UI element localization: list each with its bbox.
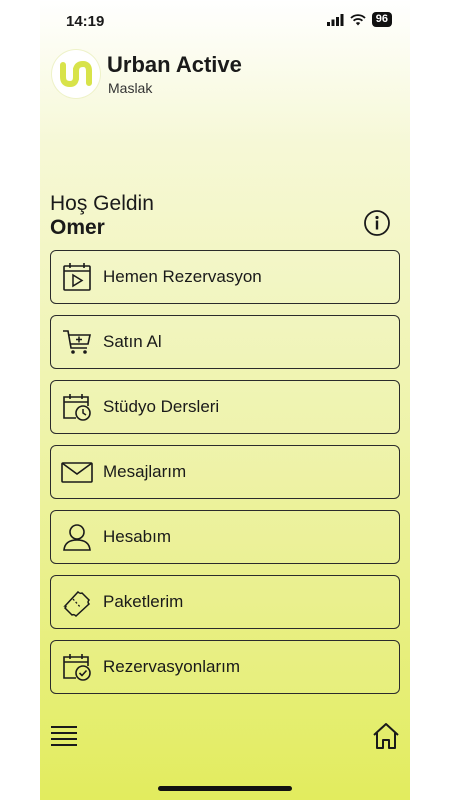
menu-item-label: Rezervasyonlarım (103, 657, 240, 676)
menu-item-label: Mesajlarım (103, 462, 187, 481)
welcome-text: Hoş Geldin (50, 192, 154, 215)
envelope-icon (61, 456, 93, 488)
menu-item-label: Satın Al (103, 332, 162, 351)
branch-name: Maslak (108, 80, 153, 96)
user-name: Omer (50, 216, 105, 239)
home-icon[interactable] (371, 721, 401, 751)
cart-icon (61, 326, 93, 358)
calendar-clock-icon (61, 391, 93, 423)
home-indicator[interactable] (158, 786, 292, 791)
menu-item-packages[interactable]: Paketlerim (50, 575, 400, 629)
app-title: Urban Active (107, 52, 242, 77)
user-icon (61, 521, 93, 553)
status-time: 14:19 (66, 13, 105, 30)
signal-icon (326, 13, 344, 26)
menu-item-my-reservations[interactable]: Rezervasyonlarım (50, 640, 400, 694)
wifi-icon (350, 13, 366, 25)
hamburger-menu-icon[interactable] (51, 724, 77, 748)
calendar-check-icon (61, 651, 93, 683)
menu-item-label: Paketlerim (103, 592, 184, 611)
play-calendar-icon (61, 261, 93, 293)
urban-active-logo-icon (60, 60, 92, 88)
menu-item-messages[interactable]: Mesajlarım (50, 445, 400, 499)
menu-item-label: Hemen Rezervasyon (103, 267, 262, 286)
menu-item-buy[interactable]: Satın Al (50, 315, 400, 369)
menu-item-quick-reservation[interactable]: Hemen Rezervasyon (50, 250, 400, 304)
menu-item-account[interactable]: Hesabım (50, 510, 400, 564)
battery-indicator: 96 (371, 12, 392, 27)
ticket-icon (61, 586, 93, 618)
status-bar: 14:19 96 (40, 0, 410, 40)
main-menu: Hemen Rezervasyon Satın Al Stüdyo Dersle… (50, 250, 400, 705)
app-screen: 14:19 96 Urban Active Maslak Hoş Geldin … (40, 0, 410, 800)
brand-logo (52, 50, 100, 98)
status-icons: 96 (326, 12, 392, 27)
info-icon[interactable] (363, 209, 391, 237)
menu-item-label: Stüdyo Dersleri (103, 397, 220, 416)
menu-item-label: Hesabım (103, 527, 172, 546)
menu-item-studio-classes[interactable]: Stüdyo Dersleri (50, 380, 400, 434)
